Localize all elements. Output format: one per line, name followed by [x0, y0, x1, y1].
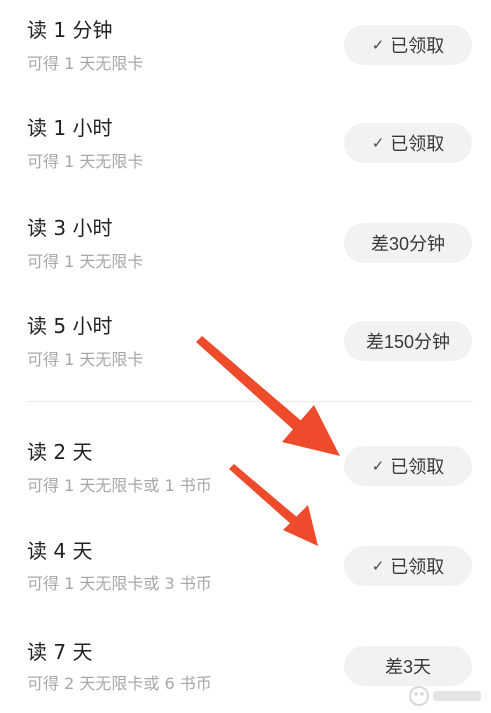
claimed-button[interactable]: ✓ 已领取: [344, 446, 472, 486]
button-label: 已领取: [390, 36, 445, 56]
task-row: 读 1 小时 可得 1 天无限卡 ✓ 已领取: [0, 110, 491, 190]
claimed-button[interactable]: ✓ 已领取: [344, 123, 472, 163]
check-icon: ✓: [371, 37, 385, 54]
button-label: 差3天: [384, 657, 431, 677]
check-icon: ✓: [371, 558, 385, 575]
button-label: 差150分钟: [365, 332, 451, 352]
remaining-time-button[interactable]: 差150分钟: [344, 321, 472, 361]
task-reward: 可得 1 天无限卡: [27, 152, 144, 171]
task-row: 读 3 小时 可得 1 天无限卡 差30分钟: [0, 208, 491, 288]
task-reward: 可得 1 天无限卡: [27, 350, 144, 369]
button-label: 差30分钟: [370, 234, 446, 254]
task-title: 读 5 小时: [27, 314, 113, 338]
task-reward: 可得 2 天无限卡或 6 书币: [27, 674, 212, 693]
button-label: 已领取: [390, 557, 445, 577]
task-row: 读 1 分钟 可得 1 天无限卡 ✓ 已领取: [0, 12, 491, 92]
button-label: 已领取: [390, 457, 445, 477]
task-title: 读 7 天: [27, 640, 93, 664]
task-reward: 可得 1 天无限卡: [27, 252, 144, 271]
section-divider: [27, 401, 473, 402]
remaining-time-button[interactable]: 差3天: [344, 646, 472, 686]
button-label: 已领取: [390, 134, 445, 154]
task-row: 读 5 小时 可得 1 天无限卡 差150分钟: [0, 306, 491, 386]
claimed-button[interactable]: ✓ 已领取: [344, 546, 472, 586]
task-title: 读 2 天: [27, 440, 93, 464]
check-icon: ✓: [371, 135, 385, 152]
task-reward: 可得 1 天无限卡或 1 书币: [27, 476, 212, 495]
task-title: 读 1 小时: [27, 116, 113, 140]
claimed-button[interactable]: ✓ 已领取: [344, 25, 472, 65]
remaining-time-button[interactable]: 差30分钟: [344, 223, 472, 263]
task-title: 读 4 天: [27, 539, 93, 563]
task-reward: 可得 1 天无限卡: [27, 54, 144, 73]
task-row: 读 4 天 可得 1 天无限卡或 3 书币 ✓ 已领取: [0, 532, 491, 612]
task-reward: 可得 1 天无限卡或 3 书币: [27, 574, 212, 593]
task-row: 读 7 天 可得 2 天无限卡或 6 书币 差3天: [0, 632, 491, 712]
task-title: 读 1 分钟: [27, 18, 113, 42]
check-icon: ✓: [371, 458, 385, 475]
task-title: 读 3 小时: [27, 216, 113, 240]
task-row: 读 2 天 可得 1 天无限卡或 1 书币 ✓ 已领取: [0, 432, 491, 512]
